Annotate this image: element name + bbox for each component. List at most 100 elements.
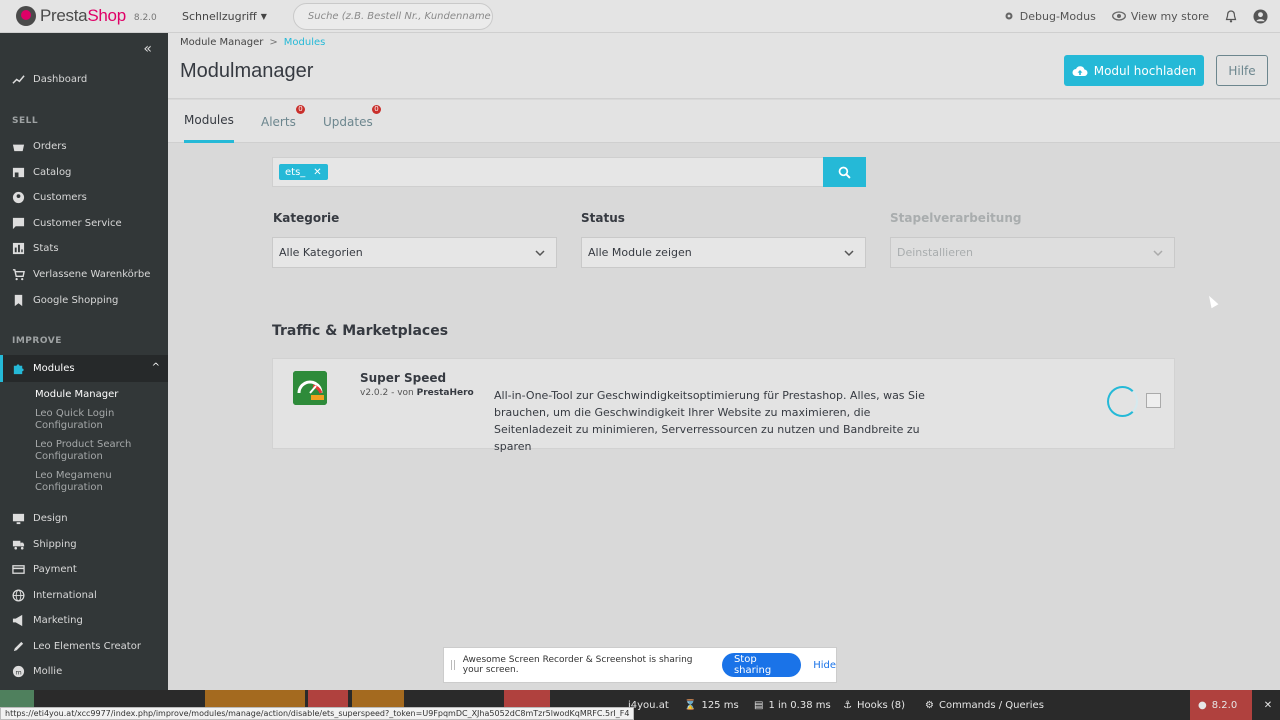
upload-module-button[interactable]: Modul hochladen (1064, 55, 1204, 86)
prestashop-logo[interactable]: PrestaShop 8.2.0 (16, 6, 166, 26)
sidebar-item-modules[interactable]: Modules ^ (0, 355, 168, 382)
bulk-action-select[interactable]: Deinstallieren (890, 237, 1175, 268)
shopping-cart-icon (12, 268, 25, 281)
hide-share-bar-link[interactable]: Hide (813, 660, 836, 671)
sidebar-item-mollie[interactable]: m Mollie (12, 665, 62, 678)
account-circle-icon (12, 191, 25, 204)
tab-updates[interactable]: Updates 0 (323, 100, 381, 143)
credit-card-icon (12, 563, 25, 576)
sidebar-item-payment[interactable]: Payment (12, 563, 77, 576)
search-tag-label: ets_ (285, 166, 306, 178)
chevron-down-icon (535, 250, 545, 257)
sidebar-item-shipping[interactable]: Shipping (12, 538, 77, 551)
alerts-count-badge: 0 (296, 105, 305, 114)
sidebar-item-label: Catalog (33, 167, 72, 178)
module-search-input[interactable]: ets_ ✕ (272, 157, 824, 187)
sidebar-item-label: International (33, 590, 97, 601)
module-search-button[interactable] (823, 157, 866, 187)
improve-section-label: IMPROVE (12, 336, 62, 346)
tab-modules[interactable]: Modules (184, 100, 234, 143)
submenu-module-manager[interactable]: Module Manager (35, 389, 118, 401)
hooks-segment[interactable]: ⚓ Hooks (8) (843, 690, 905, 720)
tab-alerts[interactable]: Alerts 0 (261, 100, 305, 143)
module-name: Super Speed (360, 371, 447, 385)
sidebar-item-label: Orders (33, 141, 67, 152)
sidebar-item-dashboard[interactable]: Dashboard (12, 73, 87, 86)
category-heading: Traffic & Marketplaces (272, 323, 449, 339)
commands-segment[interactable]: ⚙ Commands / Queries (925, 690, 1044, 720)
debug-mode-link[interactable]: Debug-Modus (1003, 10, 1096, 23)
sidebar-item-label: Shipping (33, 539, 77, 550)
chevron-up-icon: ^ (151, 362, 160, 373)
page-header: Module Manager > Modules Modulmanager Modu… (168, 33, 1280, 99)
eye-icon (1111, 11, 1126, 21)
category-label: Kategorie (273, 211, 340, 225)
drag-handle-icon[interactable] (451, 660, 455, 670)
logo-prefix: Presta (40, 6, 88, 25)
sidebar-item-design[interactable]: Design (12, 512, 68, 525)
hourglass-icon: ⌛ (684, 699, 697, 711)
submenu-leo-quick-login[interactable]: Leo Quick Login Configuration (35, 408, 125, 432)
version-segment[interactable]: ● 8.2.0 (1190, 690, 1252, 720)
sidebar-item-label: Marketing (33, 615, 83, 626)
sidebar-item-label: Customers (33, 192, 87, 203)
help-button[interactable]: Hilfe (1216, 55, 1268, 86)
remove-tag-icon[interactable]: ✕ (313, 167, 321, 178)
tab-label: Alerts (261, 114, 296, 129)
breadcrumb-root[interactable]: Module Manager (180, 37, 263, 48)
collapse-sidebar-icon[interactable]: « (143, 41, 152, 57)
quick-access-menu[interactable]: Schnellzugriff ▼ (182, 10, 267, 23)
trending-up-icon (12, 73, 25, 86)
queries-segment[interactable]: ▤ 1 in 0.38 ms (754, 690, 831, 720)
category-selected-value: Alle Kategorien (279, 246, 363, 259)
svg-text:m: m (15, 668, 21, 676)
search-placeholder: Suche (z.B. Bestell Nr., Kundenname ... (307, 10, 493, 22)
module-select-checkbox[interactable] (1146, 393, 1161, 408)
sidebar-item-stats[interactable]: Stats (12, 242, 59, 255)
view-store-link[interactable]: View my store (1111, 10, 1209, 23)
time-label: 125 ms (701, 699, 739, 711)
sidebar-item-customers[interactable]: Customers (12, 191, 87, 204)
close-icon: ✕ (1263, 699, 1273, 711)
close-toolbar-button[interactable]: ✕ (1256, 690, 1280, 720)
commands-label: Commands / Queries (938, 699, 1044, 711)
module-version-text: v2.0.2 - von (360, 388, 414, 398)
sidebar-item-label: Modules (33, 363, 75, 374)
desktop-icon (12, 512, 25, 525)
breadcrumb-current[interactable]: Modules (284, 37, 326, 48)
user-avatar-button[interactable] (1253, 8, 1268, 24)
sidebar-item-international[interactable]: International (12, 589, 97, 602)
database-icon: ▤ (754, 699, 764, 711)
status-selected-value: Alle Module zeigen (588, 246, 692, 259)
user-circle-icon (1253, 8, 1268, 24)
search-input[interactable]: Suche (z.B. Bestell Nr., Kundenname ... (292, 2, 493, 30)
sidebar-item-abandoned-carts[interactable]: Verlassene Warenkörbe (12, 268, 150, 281)
sidebar-item-label: Stats (33, 243, 59, 254)
page-title: Modulmanager (180, 60, 314, 82)
notifications-button[interactable] (1225, 9, 1237, 23)
sidebar-item-catalog[interactable]: Catalog (12, 166, 71, 179)
mollie-icon: m (12, 665, 25, 678)
category-select[interactable]: Alle Kategorien (272, 237, 557, 268)
submenu-leo-megamenu[interactable]: Leo Megamenu Configuration (35, 470, 125, 494)
screen-share-message: Awesome Screen Recorder & Screenshot is … (462, 655, 693, 675)
status-select[interactable]: Alle Module zeigen (581, 237, 866, 268)
shopping-basket-icon (12, 140, 25, 153)
sidebar-item-customer-service[interactable]: Customer Service (12, 217, 122, 230)
store-icon (12, 166, 25, 179)
time-segment[interactable]: ⌛ 125 ms (684, 690, 739, 720)
sidebar-item-marketing[interactable]: Marketing (12, 614, 83, 627)
queries-label: 1 in 0.38 ms (768, 699, 831, 711)
truck-icon (12, 538, 25, 551)
bar-chart-icon (12, 242, 25, 255)
sidebar-item-google-shopping[interactable]: Google Shopping (12, 294, 118, 307)
sidebar-item-orders[interactable]: Orders (12, 140, 67, 153)
search-tag-chip: ets_ ✕ (279, 164, 328, 180)
stop-sharing-button[interactable]: Stop sharing (721, 653, 802, 677)
module-description: All-in-One-Tool zur Geschwindigkeitsopti… (494, 389, 925, 453)
module-author: PrestaHero (416, 388, 474, 398)
submenu-leo-product-search[interactable]: Leo Product Search Configuration (35, 439, 135, 463)
chevron-down-icon (1153, 250, 1163, 257)
sidebar-item-leo-elements[interactable]: Leo Elements Creator (12, 640, 141, 653)
module-card: Super Speed v2.0.2 - von PrestaHero All-… (272, 358, 1175, 453)
